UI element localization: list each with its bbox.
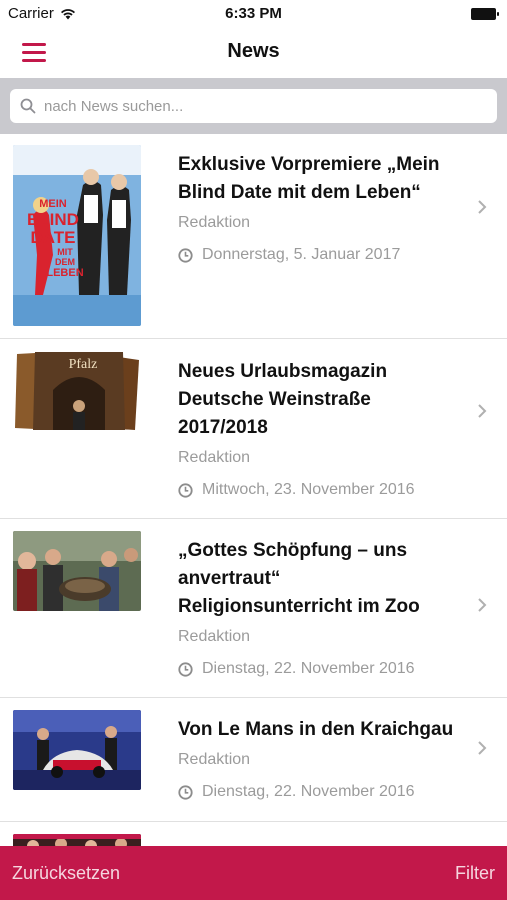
page-title: News [227, 40, 280, 62]
poster-title-line-3: DATE [30, 228, 75, 247]
poster-title-line-4: MIT [57, 247, 73, 257]
clock-icon [178, 784, 193, 800]
news-item-blind-date[interactable]: MEIN BLIND DATE MIT DEM LEBEN Exklusive … [0, 134, 507, 339]
poster-title-line-6: LEBEN [46, 267, 83, 279]
search-field-container[interactable] [10, 89, 497, 123]
news-item-text: Exklusive Vorpremiere „Mein Blind Date m… [178, 151, 458, 265]
news-date-text: Mittwoch, 23. November 2016 [202, 481, 415, 498]
news-author: Redaktion [178, 628, 251, 645]
race-car-photo-thumbnail [13, 710, 141, 790]
news-date-text: Dienstag, 22. November 2016 [202, 783, 415, 800]
chevron-right-icon [478, 741, 487, 755]
news-date: Donnerstag, 5. Januar 2017 [178, 245, 458, 265]
chevron-right-icon [478, 598, 487, 612]
news-date-text: Dienstag, 22. November 2016 [202, 660, 415, 677]
poster-title-line-1: MEIN [39, 198, 67, 210]
clock-icon [178, 247, 193, 263]
news-author: Redaktion [178, 449, 251, 466]
navigation-bar: News [0, 28, 507, 78]
clock-icon [178, 482, 193, 498]
news-date: Mittwoch, 23. November 2016 [178, 480, 458, 500]
news-list: MEIN BLIND DATE MIT DEM LEBEN Exklusive … [0, 134, 507, 862]
news-item-urlaubsmagazin[interactable]: Pfalz Neues Urlaubsmagazin Deutsche Wein… [0, 339, 507, 519]
zoo-photo-thumbnail [13, 531, 141, 611]
news-headline: Exklusive Vorpremiere „Mein Blind Date m… [178, 154, 440, 203]
reset-button[interactable]: Zurücksetzen [12, 863, 120, 884]
news-item-text: Von Le Mans in den Kraichgau Redaktion D… [178, 716, 458, 802]
status-bar: Carrier 6:33 PM [0, 0, 507, 28]
poster-title-line-2: BLIND [27, 210, 79, 229]
clock: 6:33 PM [225, 5, 282, 22]
news-date: Dienstag, 22. November 2016 [178, 782, 458, 802]
poster-title-line-5: DEM [55, 257, 75, 267]
chevron-right-icon [478, 404, 487, 418]
news-headline: Von Le Mans in den Kraichgau [178, 719, 454, 740]
news-author: Redaktion [178, 214, 251, 231]
news-date-text: Donnerstag, 5. Januar 2017 [202, 246, 401, 263]
chevron-right-icon [478, 200, 487, 214]
clock-icon [178, 661, 193, 677]
search-bar [0, 78, 507, 134]
bottom-toolbar: Zurücksetzen Filter [0, 846, 507, 900]
search-icon [20, 98, 36, 114]
movie-poster-thumbnail: MEIN BLIND DATE MIT DEM LEBEN [13, 145, 141, 326]
filter-button[interactable]: Filter [455, 863, 495, 884]
news-item-text: Neues Urlaubsmagazin Deutsche Weinstraße… [178, 358, 458, 500]
news-author: Redaktion [178, 751, 251, 768]
battery-icon [471, 8, 499, 20]
magazine-title: Pfalz [69, 357, 98, 372]
search-input[interactable] [44, 97, 484, 115]
news-item-text: „Gottes Schöpfung – uns anvertraut“ Reli… [178, 537, 458, 679]
news-item-religionsunterricht[interactable]: „Gottes Schöpfung – uns anvertraut“ Reli… [0, 519, 507, 698]
news-headline: Neues Urlaubsmagazin Deutsche Weinstraße… [178, 361, 388, 438]
news-date: Dienstag, 22. November 2016 [178, 659, 458, 679]
news-headline: „Gottes Schöpfung – uns anvertraut“ Reli… [178, 540, 420, 617]
magazine-thumbnail: Pfalz [13, 350, 141, 432]
news-item-le-mans[interactable]: Von Le Mans in den Kraichgau Redaktion D… [0, 698, 507, 822]
